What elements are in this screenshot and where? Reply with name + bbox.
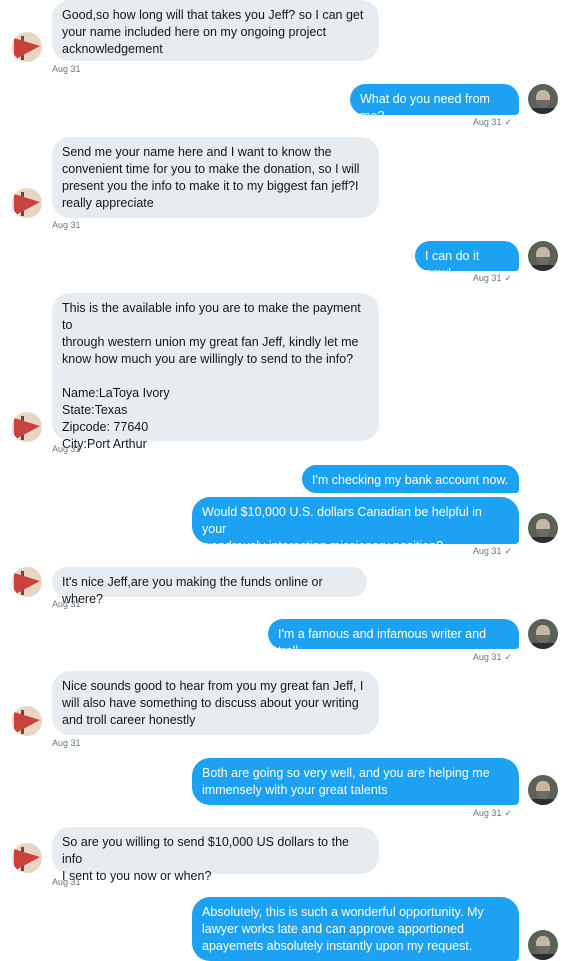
timestamp-text: Aug 31 — [472, 808, 502, 818]
sender-avatar[interactable] — [12, 843, 42, 873]
incoming-message[interactable]: Good,so how long will that takes you Jef… — [52, 0, 379, 61]
user-avatar[interactable] — [528, 930, 558, 960]
user-avatar[interactable] — [528, 513, 558, 543]
timestamp-text: Aug 31 — [52, 220, 81, 230]
incoming-message[interactable]: Nice sounds good to hear from you my gre… — [52, 671, 379, 735]
message-timestamp: Aug 31 ✓ — [473, 117, 512, 128]
incoming-message[interactable]: So are you willing to send $10,000 US do… — [52, 827, 379, 883]
user-avatar[interactable] — [528, 84, 558, 114]
outgoing-message[interactable]: I'm a famous and infamous writer and tro… — [268, 619, 519, 658]
user-avatar[interactable] — [528, 619, 558, 649]
read-check-icon: ✓ — [504, 808, 512, 818]
read-check-icon: ✓ — [504, 117, 512, 127]
sender-avatar[interactable] — [12, 32, 42, 62]
timestamp-text: Aug 31 — [52, 738, 81, 748]
timestamp-text: Aug 31 — [52, 64, 81, 74]
incoming-message[interactable]: This is the available info you are to ma… — [52, 293, 379, 451]
timestamp-text: Aug 31 — [472, 117, 502, 127]
sender-avatar[interactable] — [12, 706, 42, 736]
message-timestamp: Aug 31 — [52, 444, 81, 454]
message-timestamp: Aug 31 ✓ — [473, 808, 512, 819]
sender-avatar[interactable] — [12, 567, 42, 597]
message-timestamp: Aug 31 — [52, 738, 81, 748]
user-avatar[interactable] — [528, 241, 558, 271]
timestamp-text: Aug 31 — [472, 273, 502, 283]
timestamp-text: Aug 31 — [52, 599, 81, 609]
timestamp-text: Aug 31 — [52, 444, 81, 454]
incoming-message[interactable]: Send me your name here and I want to kno… — [52, 137, 379, 218]
outgoing-message[interactable]: What do you need from me? — [350, 84, 519, 123]
sender-avatar[interactable] — [12, 412, 42, 442]
user-avatar[interactable] — [528, 775, 558, 805]
outgoing-message[interactable]: Both are going so very well, and you are… — [192, 758, 519, 805]
incoming-message[interactable]: It's nice Jeff,are you making the funds … — [52, 567, 367, 606]
message-timestamp: Aug 31 ✓ — [473, 273, 512, 284]
message-timestamp: Aug 31 ✓ — [473, 546, 512, 557]
message-timestamp: Aug 31 — [52, 877, 81, 887]
message-timestamp: Aug 31 — [52, 599, 81, 609]
outgoing-message[interactable]: Would $10,000 U.S. dollars Canadian be h… — [192, 497, 519, 553]
timestamp-text: Aug 31 — [472, 652, 502, 662]
read-check-icon: ✓ — [504, 546, 512, 556]
message-timestamp: Aug 31 ✓ — [473, 652, 512, 663]
outgoing-message[interactable]: I can do it now! — [415, 241, 519, 280]
read-check-icon: ✓ — [504, 652, 512, 662]
outgoing-message[interactable]: I'm checking my bank account now. — [302, 465, 519, 493]
message-timestamp: Aug 31 — [52, 64, 81, 74]
outgoing-message[interactable]: Absolutely, this is such a wonderful opp… — [192, 897, 519, 961]
message-timestamp: Aug 31 — [52, 220, 81, 230]
sender-avatar[interactable] — [12, 188, 42, 218]
timestamp-text: Aug 31 — [52, 877, 81, 887]
timestamp-text: Aug 31 — [472, 546, 502, 556]
read-check-icon: ✓ — [504, 273, 512, 283]
